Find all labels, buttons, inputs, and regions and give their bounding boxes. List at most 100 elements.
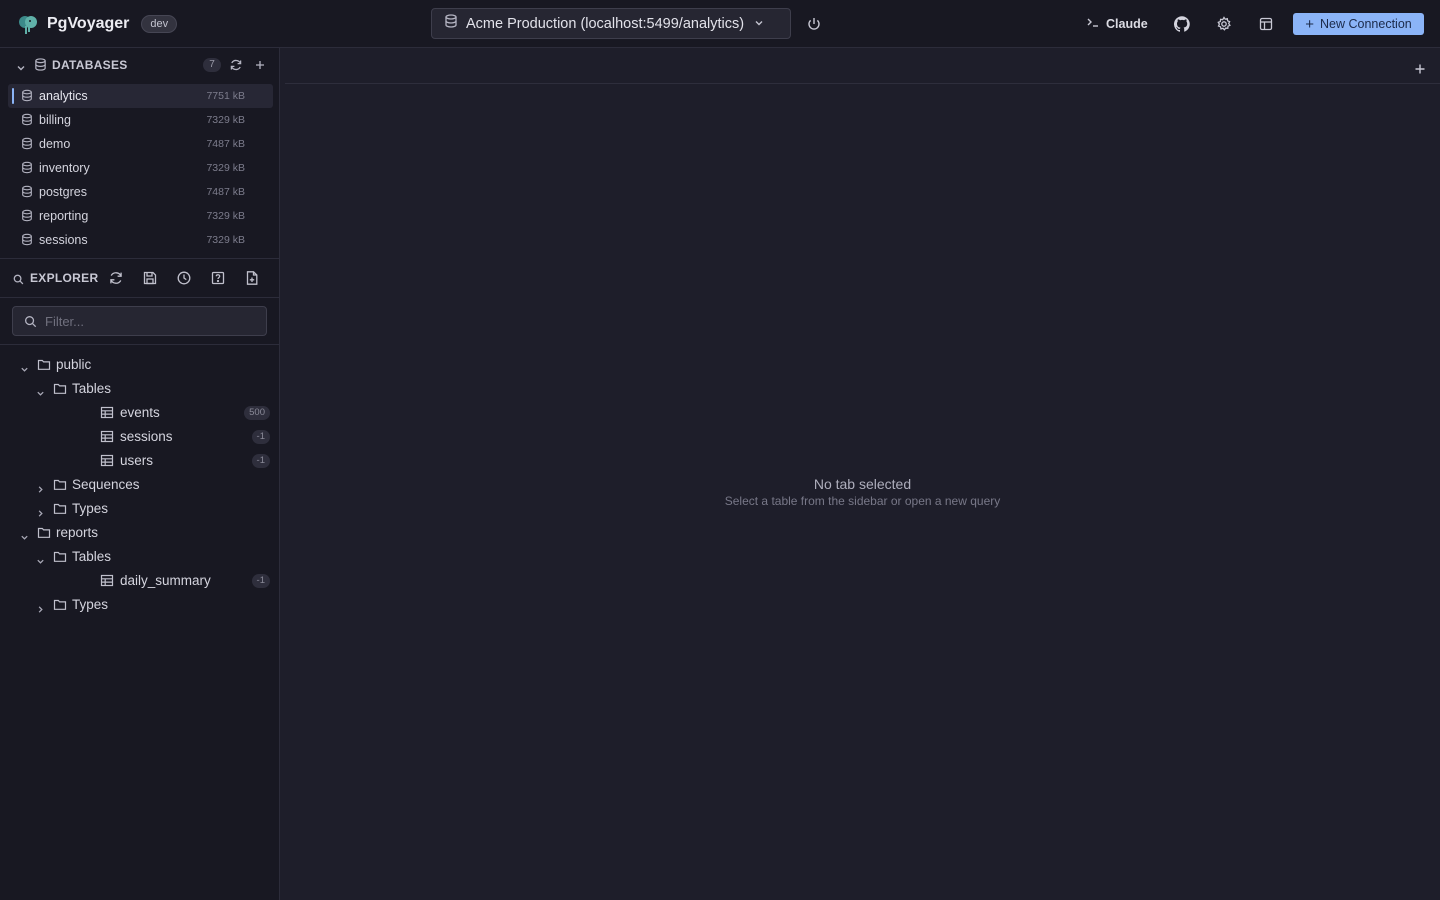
schema-tree: public Tables events 500 sessions -1 users -1 Se… — [0, 353, 279, 617]
database-icon — [444, 14, 458, 33]
empty-state-title: No tab selected — [813, 476, 912, 492]
database-item-inventory[interactable]: inventory 7329 kB — [8, 156, 273, 180]
schema-name: public — [56, 357, 92, 372]
tree-table-events[interactable]: events 500 — [0, 401, 279, 425]
database-size: 7329 kB — [206, 162, 245, 174]
database-icon — [34, 58, 47, 76]
database-size: 7487 kB — [206, 138, 245, 150]
app-name: PgVoyager — [47, 15, 130, 32]
terminal-icon — [1086, 15, 1100, 33]
databases-header: DATABASES 7 — [0, 48, 279, 82]
tree-schema-public[interactable]: public — [0, 353, 279, 377]
refresh-explorer-icon[interactable] — [108, 270, 124, 286]
settings-gear-icon[interactable] — [1216, 16, 1232, 32]
folder-icon — [53, 382, 67, 400]
table-name: users — [120, 453, 154, 468]
folder-name: Sequences — [72, 477, 140, 492]
connection-selector[interactable]: Acme Production (localhost:5499/analytic… — [431, 8, 791, 39]
empty-state-subtitle: Select a table from the sidebar or open … — [724, 494, 1001, 508]
tree-folder-types[interactable]: Types — [0, 497, 279, 521]
database-icon — [21, 113, 33, 131]
tree-folder-tables[interactable]: Tables — [0, 545, 279, 569]
help-query-icon[interactable] — [210, 270, 226, 286]
search-icon — [13, 272, 24, 290]
row-count-badge: -1 — [251, 454, 270, 468]
database-item-billing[interactable]: billing 7329 kB — [8, 108, 273, 132]
row-count-badge: 500 — [244, 406, 270, 420]
database-list: analytics 7751 kB billing 7329 kB demo 7487 k… — [8, 84, 273, 252]
folder-icon — [53, 550, 67, 568]
database-item-demo[interactable]: demo 7487 kB — [8, 132, 273, 156]
database-size: 7487 kB — [206, 186, 245, 198]
chevron-down-icon — [754, 15, 764, 33]
connection-label: Acme Production (localhost:5499/analytic… — [466, 15, 745, 32]
search-icon — [24, 315, 37, 333]
table-name: events — [120, 405, 160, 420]
databases-count-badge: 7 — [203, 58, 221, 72]
database-icon — [21, 185, 33, 203]
database-icon — [21, 209, 33, 227]
row-count-badge: -1 — [251, 430, 270, 444]
database-name: postgres — [39, 185, 87, 199]
databases-title: DATABASES — [52, 58, 128, 72]
database-name: billing — [39, 113, 71, 127]
filter-field[interactable] — [12, 306, 267, 336]
sidebar: DATABASES 7 analytics 7751 kB billing 7329 … — [0, 48, 280, 900]
disconnect-power-icon[interactable] — [806, 16, 822, 32]
database-size: 7751 kB — [206, 90, 245, 102]
database-item-reporting[interactable]: reporting 7329 kB — [8, 204, 273, 228]
table-icon — [100, 574, 114, 592]
database-name: analytics — [39, 89, 88, 103]
database-item-sessions[interactable]: sessions 7329 kB — [8, 228, 273, 252]
database-size: 7329 kB — [206, 234, 245, 246]
divider — [0, 297, 279, 298]
table-icon — [100, 454, 114, 472]
chevron-down-icon[interactable] — [16, 60, 26, 78]
tree-table-sessions[interactable]: sessions -1 — [0, 425, 279, 449]
database-icon — [21, 233, 33, 251]
new-query-file-icon[interactable] — [244, 270, 260, 286]
tree-folder-sequences[interactable]: Sequences — [0, 473, 279, 497]
table-icon — [100, 406, 114, 424]
layout-panel-icon[interactable] — [1258, 16, 1274, 32]
database-icon — [21, 161, 33, 179]
top-bar: PgVoyager dev Acme Production (localhost… — [0, 0, 1440, 48]
filter-input[interactable] — [45, 311, 255, 331]
plus-icon: + — [1305, 15, 1315, 33]
schema-name: reports — [56, 525, 99, 540]
empty-state: No tab selected Select a table from the … — [281, 476, 1440, 508]
database-name: reporting — [39, 209, 89, 223]
folder-name: Types — [72, 597, 109, 612]
database-item-postgres[interactable]: postgres 7487 kB — [8, 180, 273, 204]
row-count-badge: -1 — [251, 574, 270, 588]
add-database-plus-icon[interactable] — [253, 58, 267, 72]
tree-schema-reports[interactable]: reports — [0, 521, 279, 545]
new-connection-button[interactable]: + New Connection — [1293, 13, 1424, 35]
claude-button[interactable]: Claude — [1086, 14, 1148, 34]
add-tab-plus-icon[interactable] — [1414, 62, 1426, 74]
folder-icon — [37, 526, 51, 544]
table-name: sessions — [120, 429, 173, 444]
tab-bar — [285, 52, 1440, 84]
folder-icon — [53, 502, 67, 520]
tree-folder-types[interactable]: Types — [0, 593, 279, 617]
explorer-header: EXPLORER — [0, 259, 279, 297]
claude-label: Claude — [1106, 17, 1148, 31]
database-name: sessions — [39, 233, 88, 247]
table-name: daily_summary — [120, 573, 211, 588]
tree-table-daily_summary[interactable]: daily_summary -1 — [0, 569, 279, 593]
save-icon[interactable] — [142, 270, 158, 286]
history-clock-icon[interactable] — [176, 270, 192, 286]
database-name: demo — [39, 137, 71, 151]
tree-folder-tables[interactable]: Tables — [0, 377, 279, 401]
database-item-analytics[interactable]: analytics 7751 kB — [8, 84, 273, 108]
refresh-databases-icon[interactable] — [229, 58, 243, 72]
database-icon — [21, 89, 33, 107]
github-icon[interactable] — [1173, 16, 1190, 32]
folder-name: Types — [72, 501, 109, 516]
env-badge: dev — [141, 15, 178, 33]
chevron-right-icon[interactable] — [36, 601, 45, 619]
database-name: inventory — [39, 161, 90, 175]
tree-table-users[interactable]: users -1 — [0, 449, 279, 473]
database-size: 7329 kB — [206, 210, 245, 222]
